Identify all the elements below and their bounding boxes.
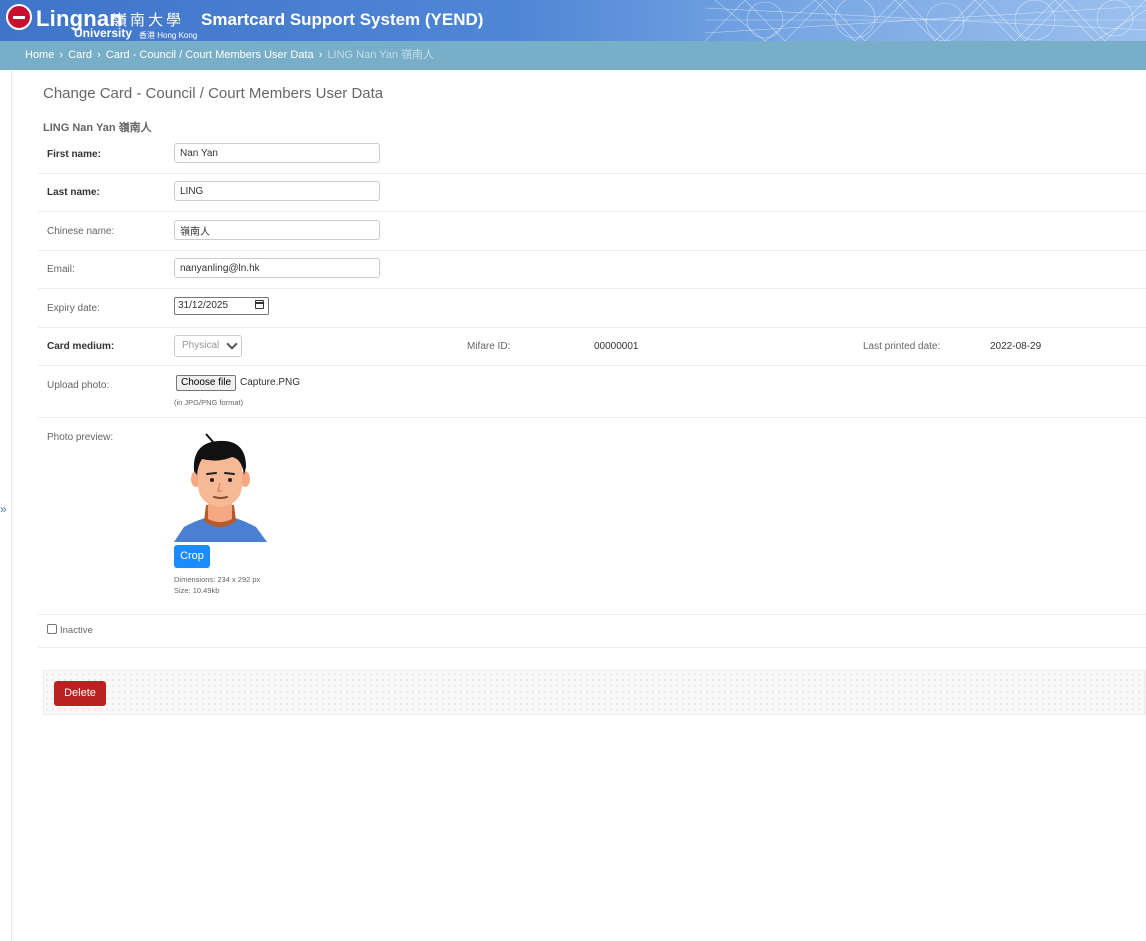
site-header: Lingnan 嶺南大學 University 香港 Hong Kong Sma… <box>0 0 1146 41</box>
card-medium-select[interactable]: Physical <box>174 335 242 357</box>
mifare-id-label: Mifare ID: <box>467 341 511 352</box>
last-printed-value: 2022-08-29 <box>990 341 1042 352</box>
upload-help-text: (in JPG/PNG format) <box>174 398 244 407</box>
email-label: Email: <box>47 264 75 275</box>
breadcrumb-separator: › <box>97 49 101 61</box>
form-row-email: Email: <box>38 250 1146 289</box>
site-title[interactable]: Smartcard Support System (YEND) <box>201 10 483 30</box>
breadcrumb-home[interactable]: Home <box>25 49 54 61</box>
header-mesh-decoration <box>705 0 1146 41</box>
breadcrumb-separator: › <box>59 49 64 61</box>
submit-row: Delete <box>43 670 1146 715</box>
last-name-label: Last name: <box>47 187 100 198</box>
card-medium-value: Physical <box>182 340 220 351</box>
card-medium-label: Card medium: <box>47 341 115 352</box>
breadcrumb-card[interactable]: Card <box>68 49 92 61</box>
photo-preview-image <box>174 433 267 542</box>
form-row-last-name: Last name: <box>38 173 1146 212</box>
chinese-name-label: Chinese name: <box>47 226 115 237</box>
breadcrumb-current: LING Nan Yan 嶺南人 <box>327 49 435 61</box>
logo-location-text: 香港 Hong Kong <box>139 31 198 40</box>
inactive-checkbox[interactable] <box>47 624 57 634</box>
expiry-date-value: 31/12/2025 <box>178 300 229 311</box>
file-name: Capture.PNG <box>240 377 301 388</box>
calendar-icon[interactable] <box>255 300 264 309</box>
form-row-first-name: First name: <box>38 135 1146 174</box>
sidebar-divider <box>11 70 12 941</box>
photo-size: Size: 10.49kb <box>174 586 220 595</box>
expiry-date-label: Expiry date: <box>47 303 100 314</box>
inactive-label[interactable]: Inactive <box>60 625 93 636</box>
logo-emblem-icon <box>6 4 32 30</box>
first-name-input[interactable] <box>174 143 380 163</box>
form-row-chinese-name: Chinese name: <box>38 211 1146 251</box>
page-title: Change Card - Council / Court Members Us… <box>43 85 384 102</box>
expiry-date-input[interactable]: 31/12/2025 <box>174 297 269 315</box>
form-row-photo-preview: Photo preview: Crop Dimensions: 234 x 29… <box>38 417 1146 615</box>
record-name: LING Nan Yan 嶺南人 <box>43 122 152 134</box>
form-row-upload-photo: Upload photo: Choose file Capture.PNG (i… <box>38 365 1146 418</box>
chevron-down-icon <box>226 338 238 350</box>
breadcrumb-separator: › <box>318 49 323 61</box>
email-input[interactable] <box>174 258 380 278</box>
first-name-label: First name: <box>47 149 101 160</box>
photo-preview-label: Photo preview: <box>47 432 114 443</box>
sidebar-toggle-icon[interactable]: » <box>0 502 7 516</box>
upload-photo-label: Upload photo: <box>47 380 110 391</box>
delete-button[interactable]: Delete <box>54 681 106 706</box>
form-row-expiry-date: Expiry date: 31/12/2025 <box>38 288 1146 328</box>
last-name-input[interactable] <box>174 181 380 201</box>
mifare-id-value: 00000001 <box>594 341 639 352</box>
breadcrumb: Home › Card › Card - Council / Court Mem… <box>0 41 1146 70</box>
choose-file-button[interactable]: Choose file <box>176 375 236 391</box>
logo-subtext: University <box>74 26 133 40</box>
chinese-name-input[interactable] <box>174 220 380 240</box>
photo-dimensions: Dimensions: 234 x 292 px <box>174 575 261 584</box>
form-row-inactive: Inactive <box>38 614 1146 648</box>
form-row-card-medium: Card medium: Physical Mifare ID: 0000000… <box>38 327 1146 366</box>
last-printed-label: Last printed date: <box>863 341 941 352</box>
crop-button[interactable]: Crop <box>174 545 210 568</box>
breadcrumb-council-court[interactable]: Card - Council / Court Members User Data <box>106 49 314 61</box>
